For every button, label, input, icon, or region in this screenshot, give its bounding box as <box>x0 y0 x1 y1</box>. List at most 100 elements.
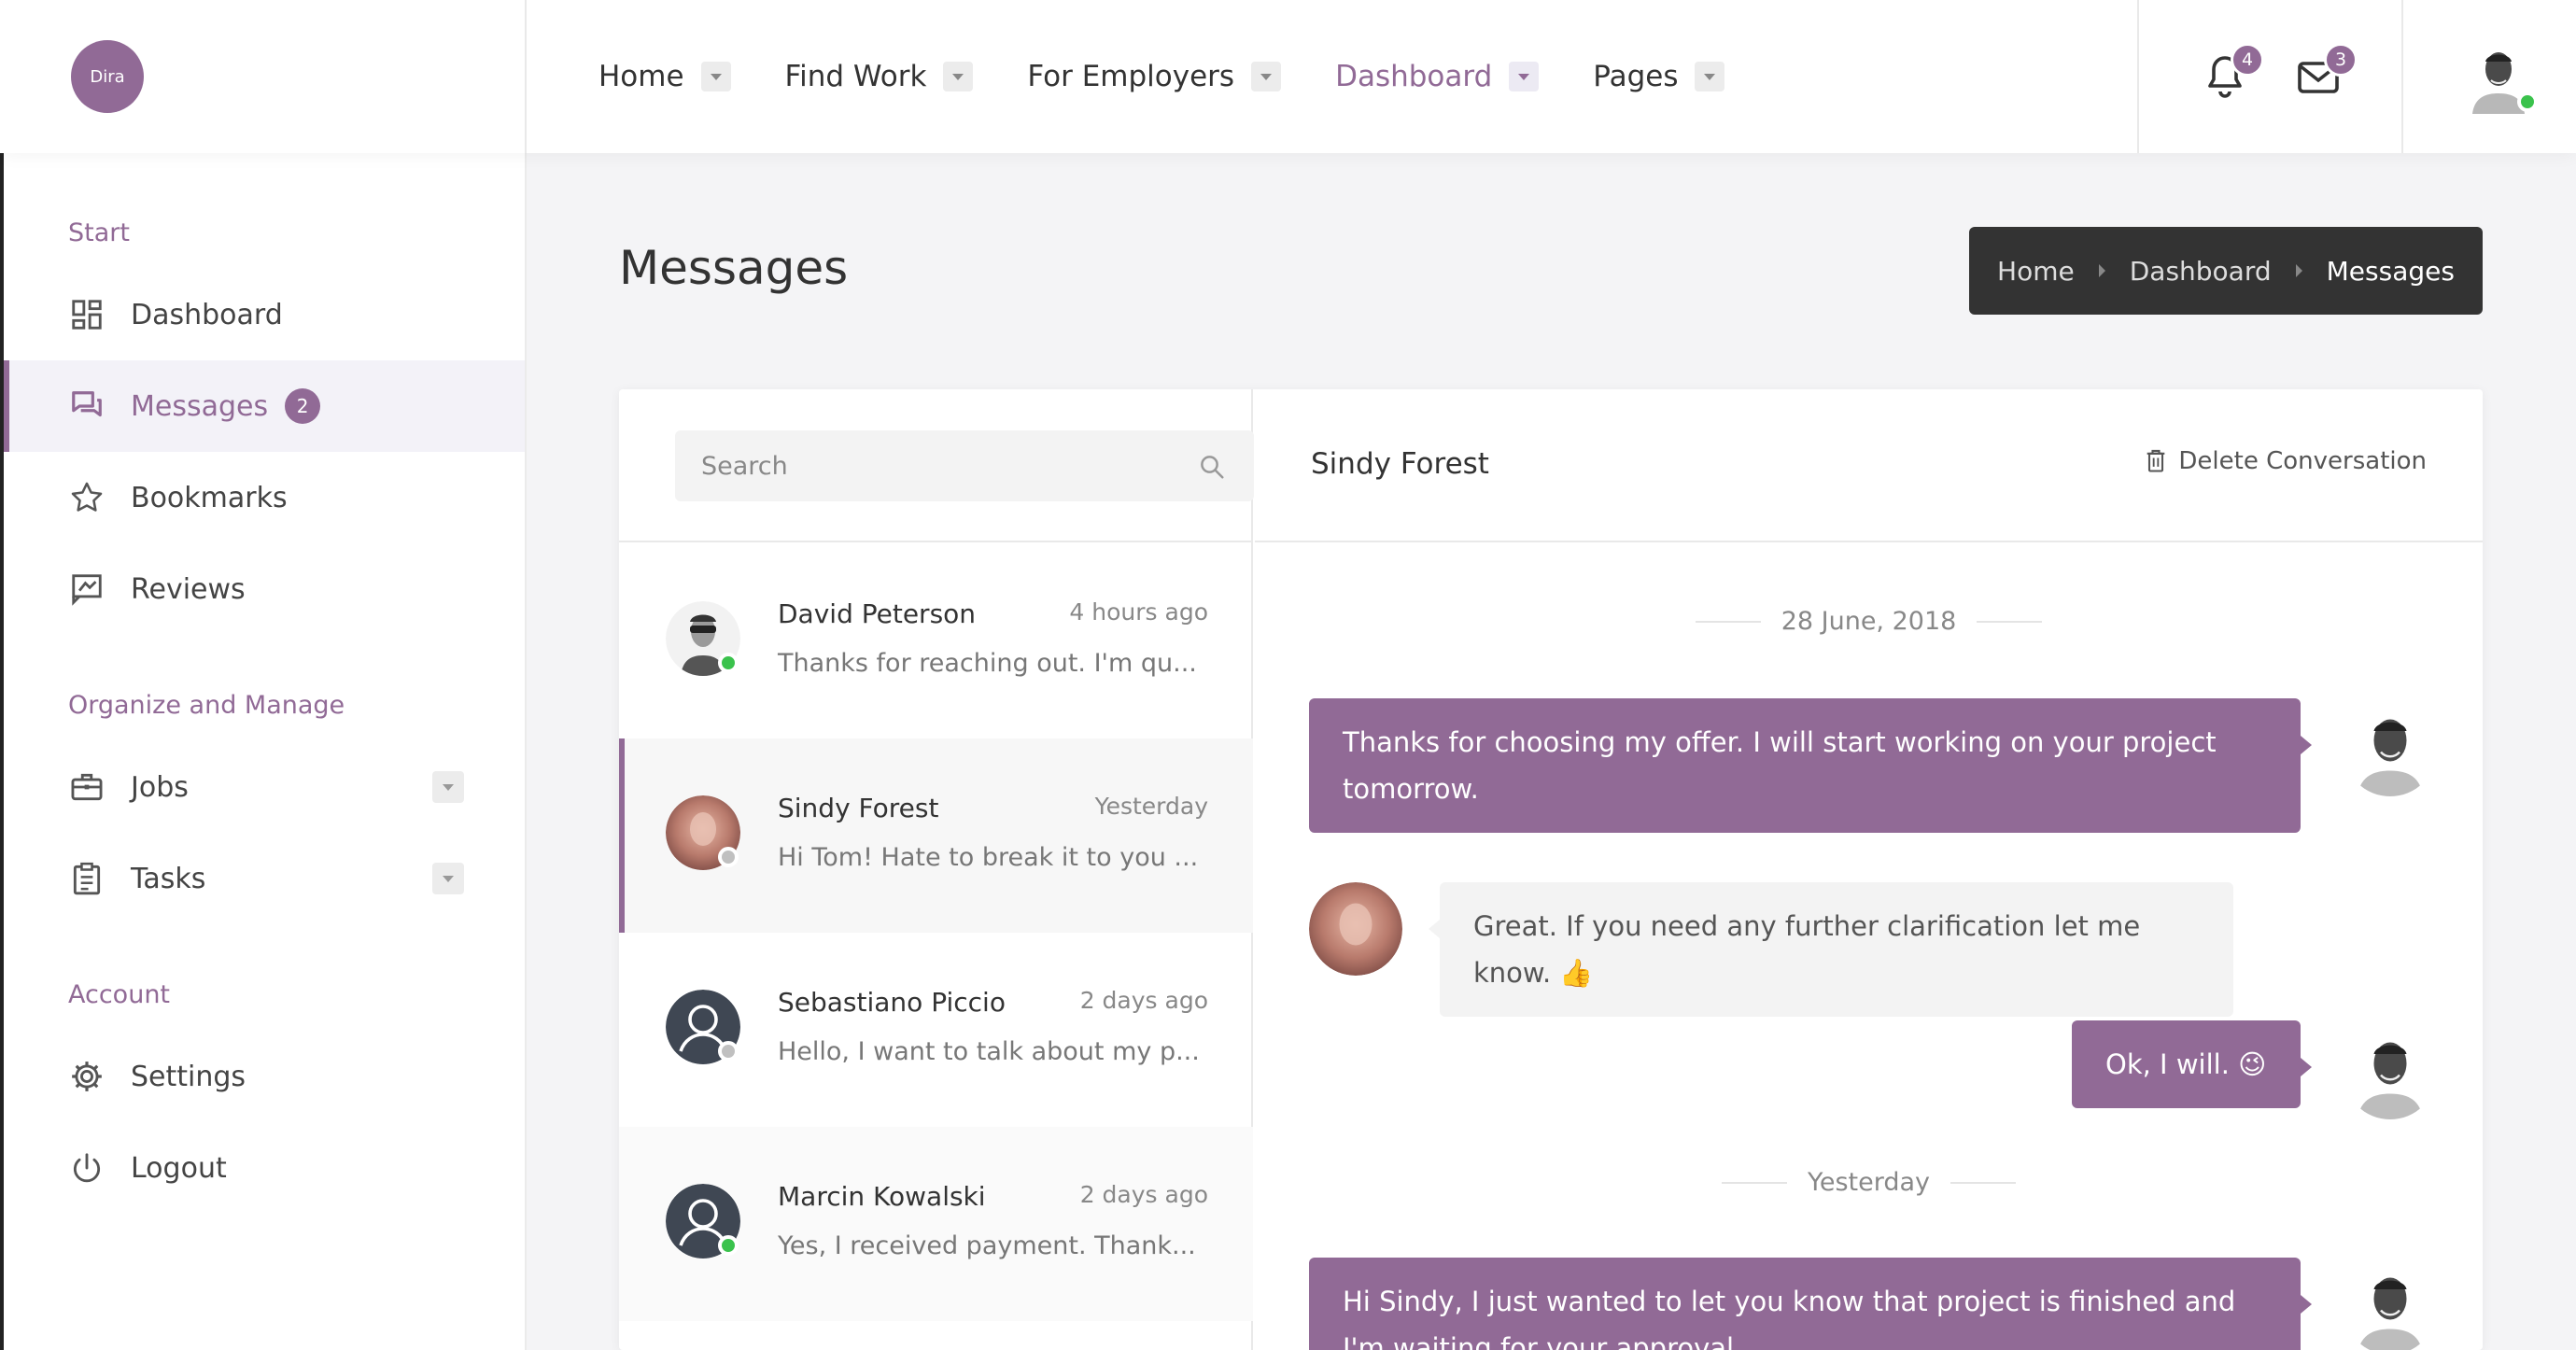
contact-david-peterson[interactable]: David Peterson 4 hours ago Thanks for re… <box>619 544 1253 738</box>
sidebar-item-label: Reviews <box>131 572 246 606</box>
search-box <box>675 430 1254 501</box>
sidebar-item-bookmarks[interactable]: Bookmarks <box>4 452 525 543</box>
nav-for-employers[interactable]: For Employers <box>1027 60 1282 93</box>
briefcase-icon <box>71 773 103 801</box>
date-separator: 28 June, 2018 <box>1255 607 2483 636</box>
nav-pages[interactable]: Pages <box>1593 60 1725 93</box>
breadcrumb-dashboard[interactable]: Dashboard <box>2130 256 2272 287</box>
nav-find-work[interactable]: Find Work <box>785 60 974 93</box>
my-avatar <box>2344 1261 2437 1350</box>
person-photo-icon <box>1309 882 1402 976</box>
breadcrumb-home[interactable]: Home <box>1997 256 2075 287</box>
contact-name: David Peterson <box>778 598 977 629</box>
clipboard-icon <box>73 862 101 895</box>
messages-button[interactable]: 3 <box>2288 43 2358 106</box>
message-bubble-sent: Ok, I will. 😉 <box>2072 1020 2312 1108</box>
sidebar-section-organize: Organize and Manage <box>68 691 345 720</box>
sidebar-section-start: Start <box>68 218 130 247</box>
contact-name: Marcin Kowalski <box>778 1181 986 1212</box>
user-avatar[interactable] <box>2461 39 2538 114</box>
sidebar-item-reviews[interactable]: Reviews <box>4 543 525 635</box>
header-icons: 4 3 <box>2137 0 2403 153</box>
inbox-search-area <box>619 389 1254 542</box>
message-bubble-sent: Thanks for choosing my offer. I will sta… <box>1309 698 2312 833</box>
page-title: Messages <box>619 241 849 295</box>
date-separator: Yesterday <box>1255 1168 2483 1197</box>
nav-label: For Employers <box>1027 60 1235 93</box>
contact-name: Sindy Forest <box>778 793 939 823</box>
sidebar-item-label: Logout <box>131 1151 227 1185</box>
delete-conversation-label: Delete Conversation <box>2178 447 2427 475</box>
contact-sebastiano-piccio[interactable]: Sebastiano Piccio 2 days ago Hello, I wa… <box>619 933 1253 1127</box>
contact-preview: Yes, I received payment. Thank... <box>778 1231 1196 1260</box>
messages-count-badge: 2 <box>285 388 321 424</box>
contact-time: 4 hours ago <box>1069 598 1208 626</box>
contact-marcin-kowalski[interactable]: Marcin Kowalski 2 days ago Yes, I receiv… <box>619 1127 1253 1321</box>
messages-icon <box>72 391 102 417</box>
conversation-header: Sindy Forest Delete Conversation <box>1255 389 2483 542</box>
main-nav: Home Find Work For Employers Dashboard P… <box>598 0 1779 153</box>
my-avatar <box>2344 703 2437 796</box>
sidebar-item-messages[interactable]: Messages 2 <box>4 360 525 452</box>
sidebar-item-settings[interactable]: Settings <box>4 1031 525 1122</box>
messages-panel: David Peterson 4 hours ago Thanks for re… <box>619 389 2483 1350</box>
chevron-down-icon <box>943 62 974 91</box>
chevron-down-icon <box>700 62 731 91</box>
contact-sindy-forest[interactable]: Sindy Forest Yesterday Hi Tom! Hate to b… <box>619 738 1253 933</box>
nav-home[interactable]: Home <box>598 60 731 93</box>
contact-avatar <box>1309 882 1402 976</box>
contact-name: Sebastiano Piccio <box>778 987 1006 1018</box>
sidebar-item-label: Jobs <box>131 770 189 804</box>
contact-time: 2 days ago <box>1079 1181 1208 1208</box>
sidebar-item-tasks[interactable]: Tasks <box>4 833 525 924</box>
online-status-dot <box>2517 91 2538 112</box>
nav-label: Pages <box>1593 60 1679 93</box>
sidebar: Start Dashboard Messages 2 Bookmarks Rev… <box>0 153 527 1350</box>
sidebar-item-jobs[interactable]: Jobs <box>4 741 525 833</box>
contact-preview: Thanks for reaching out. I'm qu... <box>778 649 1197 678</box>
offline-status-dot <box>718 847 739 867</box>
notifications-button[interactable]: 4 <box>2195 43 2264 106</box>
date-label: 28 June, 2018 <box>1781 607 1957 636</box>
star-icon <box>71 482 103 512</box>
chevron-down-icon <box>1509 62 1540 91</box>
online-status-dot <box>718 1235 739 1256</box>
contact-time: Yesterday <box>1094 793 1208 820</box>
nav-label: Dashboard <box>1335 60 1493 93</box>
chevron-down-icon[interactable] <box>432 863 464 894</box>
breadcrumb: Home Dashboard Messages <box>1969 227 2483 315</box>
chevron-down-icon <box>1251 62 1282 91</box>
search-input[interactable] <box>701 451 1149 481</box>
breadcrumb-messages: Messages <box>2326 255 2455 287</box>
chevron-down-icon <box>1695 62 1725 91</box>
logo-area: Dira <box>0 0 527 153</box>
sidebar-item-dashboard[interactable]: Dashboard <box>4 269 525 360</box>
top-header: Dira Home Find Work For Employers Dashbo… <box>0 0 2576 153</box>
sidebar-item-label: Messages <box>131 389 269 423</box>
message-bubble-received: Great. If you need any further clarifica… <box>1429 882 2233 1017</box>
trash-icon <box>2147 449 2165 472</box>
nav-label: Home <box>598 60 684 93</box>
nav-label: Find Work <box>784 60 927 93</box>
offline-status-dot <box>718 1041 739 1062</box>
person-photo-icon <box>2344 1261 2437 1350</box>
message-bubble-sent: Hi Sindy, I just wanted to let you know … <box>1309 1258 2312 1350</box>
chevron-down-icon[interactable] <box>432 771 464 803</box>
sidebar-item-label: Settings <box>131 1060 246 1093</box>
gear-icon <box>72 1062 102 1091</box>
conversation-name: Sindy Forest <box>1311 447 1489 481</box>
contact-preview: Hi Tom! Hate to break it to you ... <box>778 843 1199 872</box>
search-icon[interactable] <box>1198 453 1226 481</box>
sidebar-item-label: Dashboard <box>131 298 283 331</box>
messages-badge: 3 <box>2324 43 2358 77</box>
person-photo-icon <box>2344 703 2437 796</box>
chevron-right-icon <box>2098 264 2105 277</box>
reviews-icon <box>72 574 102 606</box>
sidebar-item-logout[interactable]: Logout <box>4 1122 525 1214</box>
delete-conversation-button[interactable]: Delete Conversation <box>2145 447 2427 475</box>
nav-dashboard[interactable]: Dashboard <box>1335 60 1540 93</box>
date-label: Yesterday <box>1807 1168 1931 1197</box>
logo[interactable]: Dira <box>71 40 144 113</box>
contact-preview: Hello, I want to talk about my p... <box>778 1037 1200 1066</box>
my-avatar <box>2344 1026 2437 1119</box>
